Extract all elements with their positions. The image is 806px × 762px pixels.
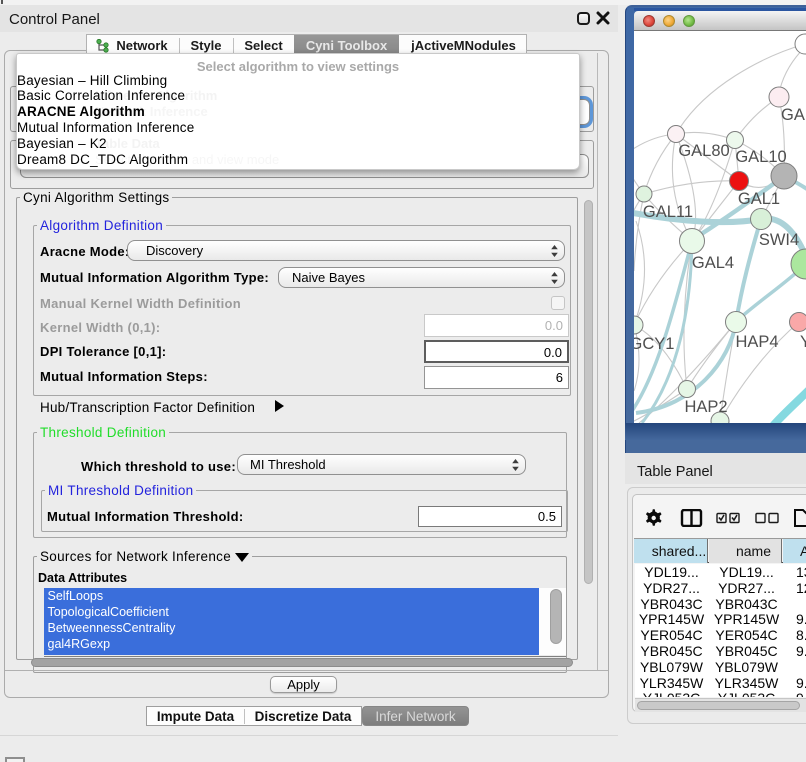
svg-text:GAL7: GAL7 — [781, 106, 806, 124]
svg-text:HAP4: HAP4 — [735, 333, 778, 351]
svg-text:GAL10: GAL10 — [735, 148, 786, 166]
svg-text:GAL11: GAL11 — [643, 203, 693, 221]
svg-text:GAL1: GAL1 — [738, 190, 780, 208]
svg-text:GCY1: GCY1 — [634, 335, 674, 353]
svg-text:YD: YD — [800, 333, 806, 351]
svg-text:GAL4: GAL4 — [692, 254, 734, 272]
svg-text:GAL80: GAL80 — [678, 142, 729, 160]
svg-text:SWI4: SWI4 — [759, 231, 799, 249]
svg-text:HAP2: HAP2 — [684, 398, 727, 416]
